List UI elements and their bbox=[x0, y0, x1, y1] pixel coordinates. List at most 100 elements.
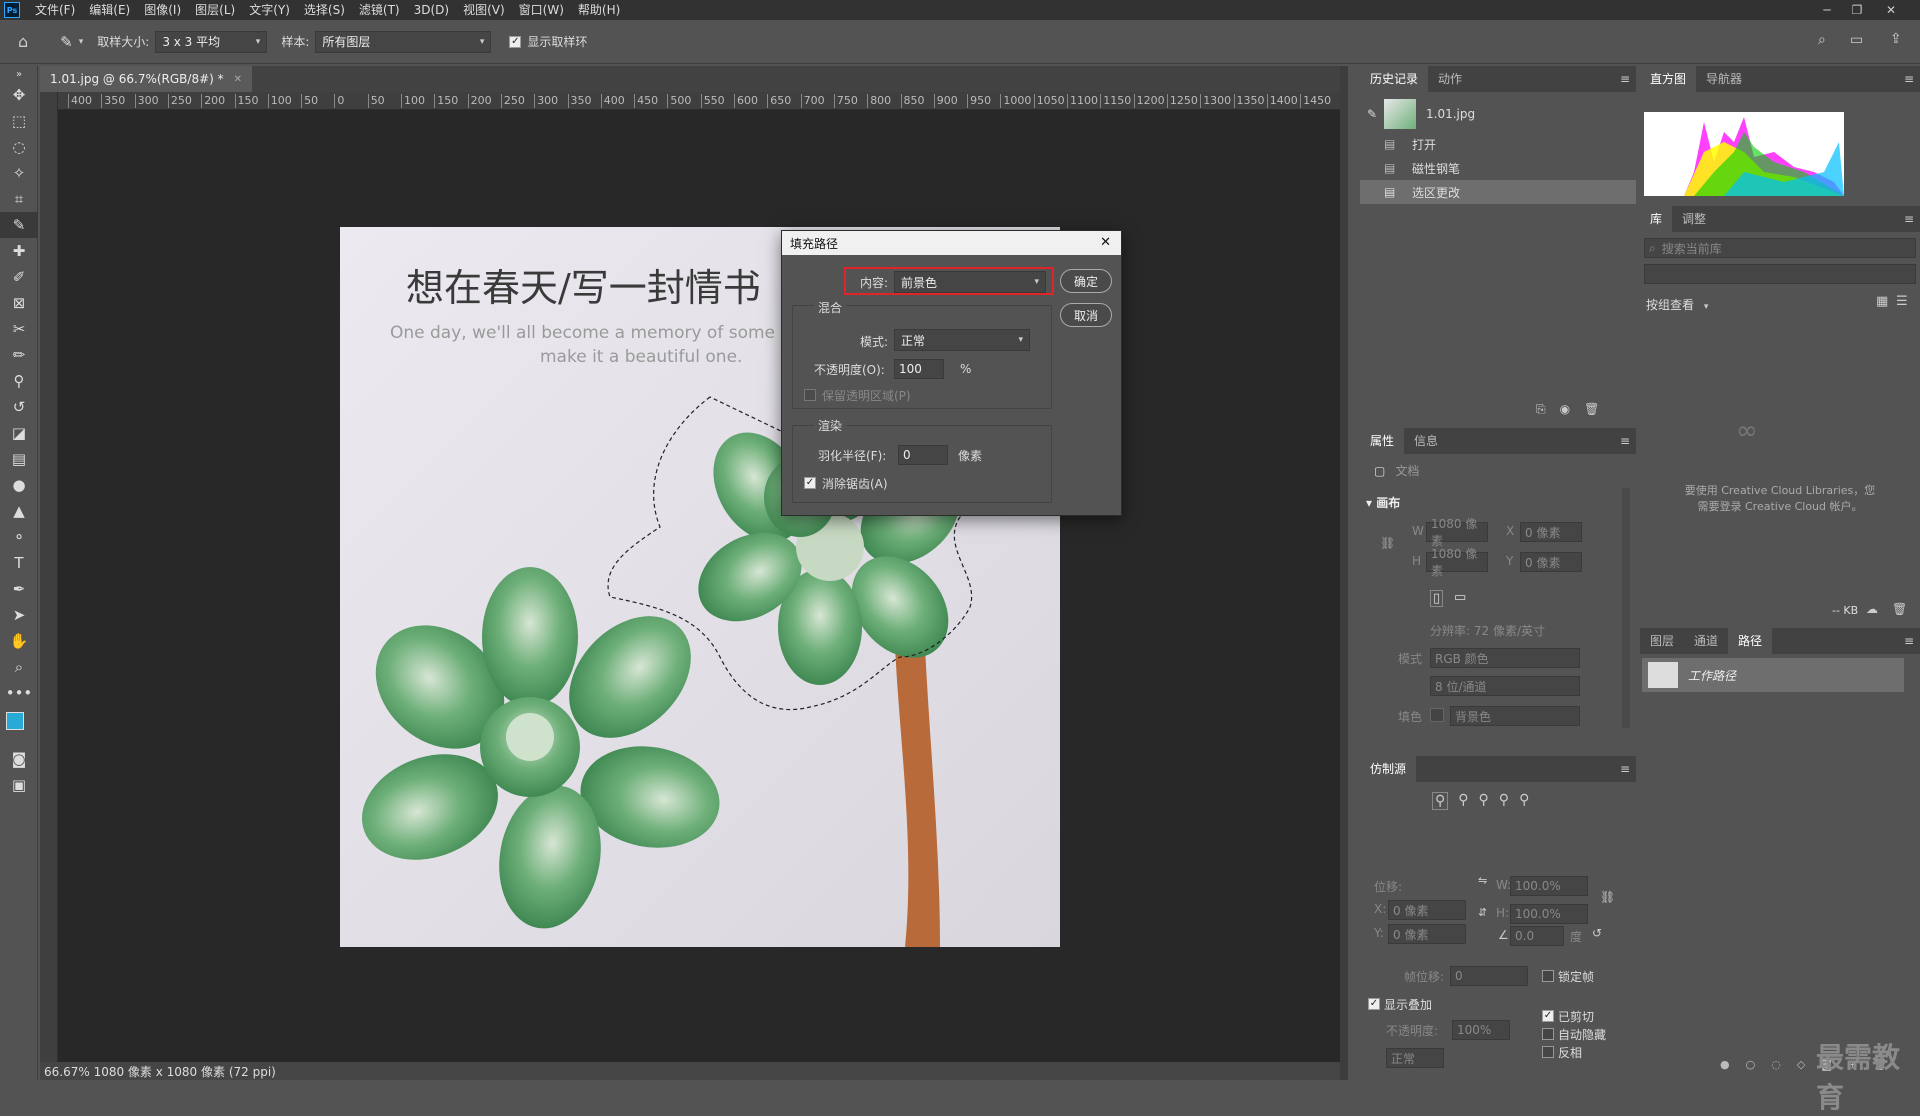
dialog-title-bar[interactable]: 填充路径 ✕ bbox=[782, 231, 1121, 255]
clone-source-1-icon[interactable]: ⚲ bbox=[1432, 792, 1449, 810]
path-select-tool-icon[interactable]: ➤ bbox=[0, 602, 38, 628]
menu-help[interactable]: 帮助(H) bbox=[571, 0, 627, 20]
anti-alias-checkbox[interactable]: ✓ bbox=[804, 477, 816, 489]
clone-source-5-icon[interactable]: ⚲ bbox=[1519, 792, 1529, 810]
menu-file[interactable]: 文件(F) bbox=[28, 0, 82, 20]
gradient-tool-icon[interactable]: ▤ bbox=[0, 446, 38, 472]
workspace-icon[interactable]: ▭ bbox=[1850, 32, 1863, 48]
new-document-from-state-icon[interactable]: ⎘ bbox=[1536, 402, 1546, 417]
history-snapshot[interactable]: ✎ 1.01.jpg bbox=[1360, 96, 1636, 132]
canvas-x-field[interactable]: 0 像素 bbox=[1520, 522, 1582, 542]
flip-vertical-icon[interactable]: ⇵ bbox=[1478, 906, 1487, 919]
menu-select[interactable]: 选择(S) bbox=[297, 0, 352, 20]
eyedropper-tool-icon[interactable]: ✎ bbox=[0, 212, 38, 238]
opacity-input[interactable]: 100 bbox=[894, 359, 944, 379]
frame-offset-field[interactable]: 0 bbox=[1450, 966, 1528, 986]
mode-select[interactable]: 正常 ▾ bbox=[894, 329, 1030, 351]
view-by-group-select[interactable]: 按组查看 ▾ bbox=[1646, 296, 1708, 313]
panel-menu-icon[interactable]: ≡ bbox=[1904, 72, 1914, 86]
ok-button[interactable]: 确定 bbox=[1060, 269, 1112, 293]
invert-checkbox[interactable] bbox=[1542, 1046, 1554, 1058]
angle-field[interactable]: 0.0 bbox=[1510, 926, 1564, 946]
menu-layer[interactable]: 图层(L) bbox=[188, 0, 242, 20]
tab-history[interactable]: 历史记录 bbox=[1360, 66, 1429, 92]
properties-scrollbar[interactable] bbox=[1622, 488, 1630, 728]
eyedropper-tool-icon[interactable]: ✎ bbox=[60, 33, 73, 51]
sample-size-select[interactable]: 3 x 3 平均 ▾ bbox=[155, 30, 268, 53]
zoom-tool-icon[interactable]: ⌕ bbox=[0, 654, 38, 680]
healing-tool-icon[interactable]: ✚ bbox=[0, 238, 38, 264]
cloud-icon[interactable]: ☁ bbox=[1866, 602, 1878, 616]
hand-tool-icon[interactable]: ✋ bbox=[0, 628, 38, 654]
collapse-icon[interactable]: » bbox=[0, 66, 38, 82]
menu-window[interactable]: 窗口(W) bbox=[512, 0, 571, 20]
minimize-icon[interactable]: ─ bbox=[1812, 0, 1842, 20]
brush-tool-icon[interactable]: ✐ bbox=[0, 264, 38, 290]
move-tool-icon[interactable]: ✥ bbox=[0, 82, 38, 108]
canvas-section-header[interactable]: ▾ 画布 bbox=[1366, 494, 1400, 511]
blur-tool-icon[interactable]: ● bbox=[0, 472, 38, 498]
offset-y-field[interactable]: 0 像素 bbox=[1388, 924, 1466, 944]
more-tools-icon[interactable]: ••• bbox=[0, 680, 38, 706]
tab-clone-source[interactable]: 仿制源 bbox=[1360, 756, 1417, 782]
lasso-tool-icon[interactable]: ◌ bbox=[0, 134, 38, 160]
canvas-y-field[interactable]: 0 像素 bbox=[1520, 552, 1582, 572]
eraser-tool-icon[interactable]: ◪ bbox=[0, 420, 38, 446]
canvas-height-field[interactable]: 1080 像素 bbox=[1426, 547, 1488, 578]
flip-horizontal-icon[interactable]: ⇋ bbox=[1478, 874, 1487, 887]
color-mode-select[interactable]: RGB 颜色 bbox=[1430, 648, 1580, 668]
make-work-path-icon[interactable]: ◇ bbox=[1797, 1058, 1805, 1071]
landscape-orientation-icon[interactable]: ▭ bbox=[1454, 590, 1466, 605]
history-brush-tool-icon[interactable]: ↺ bbox=[0, 394, 38, 420]
history-item[interactable]: ▤ 打开 bbox=[1360, 132, 1636, 156]
clipped-checkbox[interactable]: ✓ bbox=[1542, 1010, 1554, 1022]
clone-stamp-tool-icon[interactable]: ⚲ bbox=[0, 368, 38, 394]
panel-menu-icon[interactable]: ≡ bbox=[1620, 72, 1630, 86]
menu-type[interactable]: 文字(Y) bbox=[242, 0, 297, 20]
lock-frame-checkbox[interactable] bbox=[1542, 970, 1554, 982]
foreground-color-swatch[interactable] bbox=[6, 712, 24, 730]
stroke-path-icon[interactable]: ○ bbox=[1746, 1058, 1756, 1071]
overlay-opacity-field[interactable]: 100% bbox=[1452, 1020, 1510, 1040]
tool-preset-chevron-icon[interactable]: ▾ bbox=[79, 37, 84, 47]
auto-hide-checkbox[interactable] bbox=[1542, 1028, 1554, 1040]
content-select[interactable]: 前景色 ▾ bbox=[894, 271, 1046, 293]
restore-icon[interactable]: ❐ bbox=[1842, 0, 1872, 20]
frame-tool-icon[interactable]: ⊠ bbox=[0, 290, 38, 316]
bit-depth-select[interactable]: 8 位/通道 bbox=[1430, 676, 1580, 696]
quick-mask-icon[interactable]: ◙ bbox=[0, 746, 38, 772]
clone-source-2-icon[interactable]: ⚲ bbox=[1458, 792, 1468, 810]
crop-tool-icon[interactable]: ⌗ bbox=[0, 186, 38, 212]
link-icon[interactable]: ⛓ bbox=[1380, 536, 1395, 550]
link-icon[interactable]: ⛓ bbox=[1600, 890, 1615, 904]
list-view-icon[interactable]: ☰ bbox=[1896, 294, 1908, 309]
marquee-tool-icon[interactable]: ⬚ bbox=[0, 108, 38, 134]
menu-filter[interactable]: 滤镜(T) bbox=[352, 0, 407, 20]
history-item[interactable]: ▤ 磁性钢笔 bbox=[1360, 156, 1636, 180]
show-ring-checkbox[interactable]: ✓ bbox=[509, 35, 522, 48]
panel-menu-icon[interactable]: ≡ bbox=[1904, 212, 1914, 226]
sharpen-tool-icon[interactable]: ▲ bbox=[0, 498, 38, 524]
close-tab-icon[interactable]: ✕ bbox=[234, 74, 242, 85]
path-row-work-path[interactable]: 工作路径 bbox=[1642, 658, 1904, 692]
preserve-transparency-checkbox[interactable] bbox=[804, 389, 816, 401]
tab-paths[interactable]: 路径 bbox=[1728, 628, 1773, 654]
pen-tool-icon[interactable]: ✒ bbox=[0, 576, 38, 602]
tab-layers[interactable]: 图层 bbox=[1640, 628, 1684, 654]
home-icon[interactable]: ⌂ bbox=[18, 32, 28, 51]
fill-path-icon[interactable]: ● bbox=[1720, 1058, 1730, 1071]
menu-image[interactable]: 图像(I) bbox=[137, 0, 188, 20]
reset-transform-icon[interactable]: ↺ bbox=[1592, 926, 1602, 940]
panel-menu-icon[interactable]: ≡ bbox=[1620, 434, 1630, 448]
type-tool-icon[interactable]: T bbox=[0, 550, 38, 576]
feather-radius-input[interactable]: 0 bbox=[898, 445, 948, 465]
tab-histogram[interactable]: 直方图 bbox=[1640, 66, 1697, 92]
quick-select-tool-icon[interactable]: ✧ bbox=[0, 160, 38, 186]
tab-channels[interactable]: 通道 bbox=[1684, 628, 1728, 654]
clone-source-4-icon[interactable]: ⚲ bbox=[1499, 792, 1509, 810]
scale-h-field[interactable]: 100.0% bbox=[1510, 904, 1588, 924]
tab-actions[interactable]: 动作 bbox=[1428, 66, 1472, 92]
canvas-width-field[interactable]: 1080 像素 bbox=[1426, 517, 1488, 548]
pencil-tool-icon[interactable]: ✏ bbox=[0, 342, 38, 368]
fill-swatch[interactable] bbox=[1430, 708, 1444, 722]
